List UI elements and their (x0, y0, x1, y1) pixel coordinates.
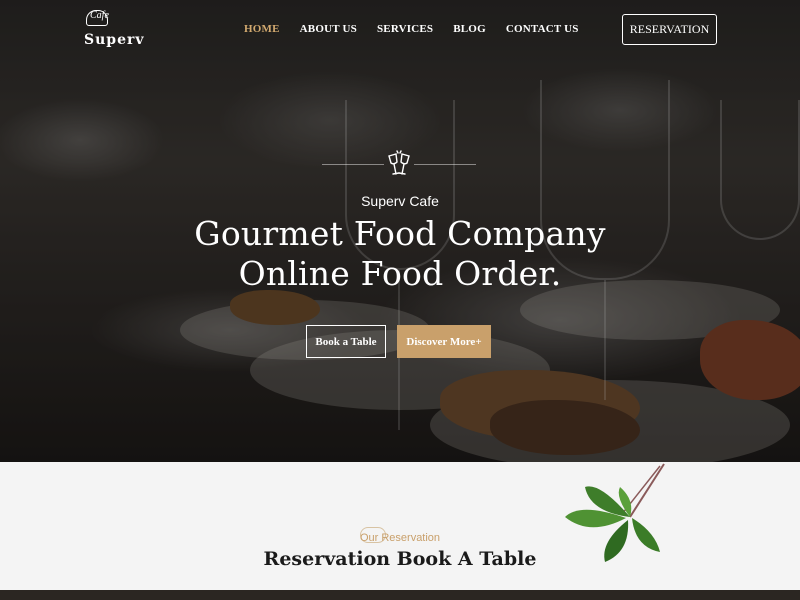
reservation-button[interactable]: RESERVATION (622, 14, 717, 45)
brand-logo[interactable]: Cafe Superv (82, 10, 144, 50)
section-title: Reservation Book A Table (263, 548, 537, 570)
cheers-glasses-icon (388, 150, 410, 175)
bottom-strip (0, 590, 800, 600)
nav-item-services[interactable]: SERVICES (377, 23, 433, 35)
logo-brand-name: Superv (84, 32, 145, 48)
nav-item-home[interactable]: HOME (244, 23, 280, 35)
logo-cafe-text: Cafe (90, 10, 109, 21)
discover-more-button[interactable]: Discover More+ (397, 325, 491, 358)
nav-item-blog[interactable]: BLOG (453, 23, 486, 35)
hero-tagline: Superv Cafe (361, 193, 439, 209)
book-table-button[interactable]: Book a Table (306, 325, 386, 358)
main-nav: HOME ABOUT US SERVICES BLOG CONTACT US (244, 23, 599, 35)
reservation-section (0, 462, 800, 590)
nav-item-about-us[interactable]: ABOUT US (300, 23, 357, 35)
hero-headline-line2: Online Food Order. (238, 254, 562, 293)
nav-item-contact-us[interactable]: CONTACT US (506, 23, 579, 35)
hero-divider-left (322, 164, 384, 165)
section-kicker: Our Reservation (359, 532, 441, 544)
hero-headline: Gourmet Food Company Online Food Order. (0, 214, 800, 294)
hero-headline-line1: Gourmet Food Company (194, 214, 606, 253)
hero-divider-right (414, 164, 476, 165)
